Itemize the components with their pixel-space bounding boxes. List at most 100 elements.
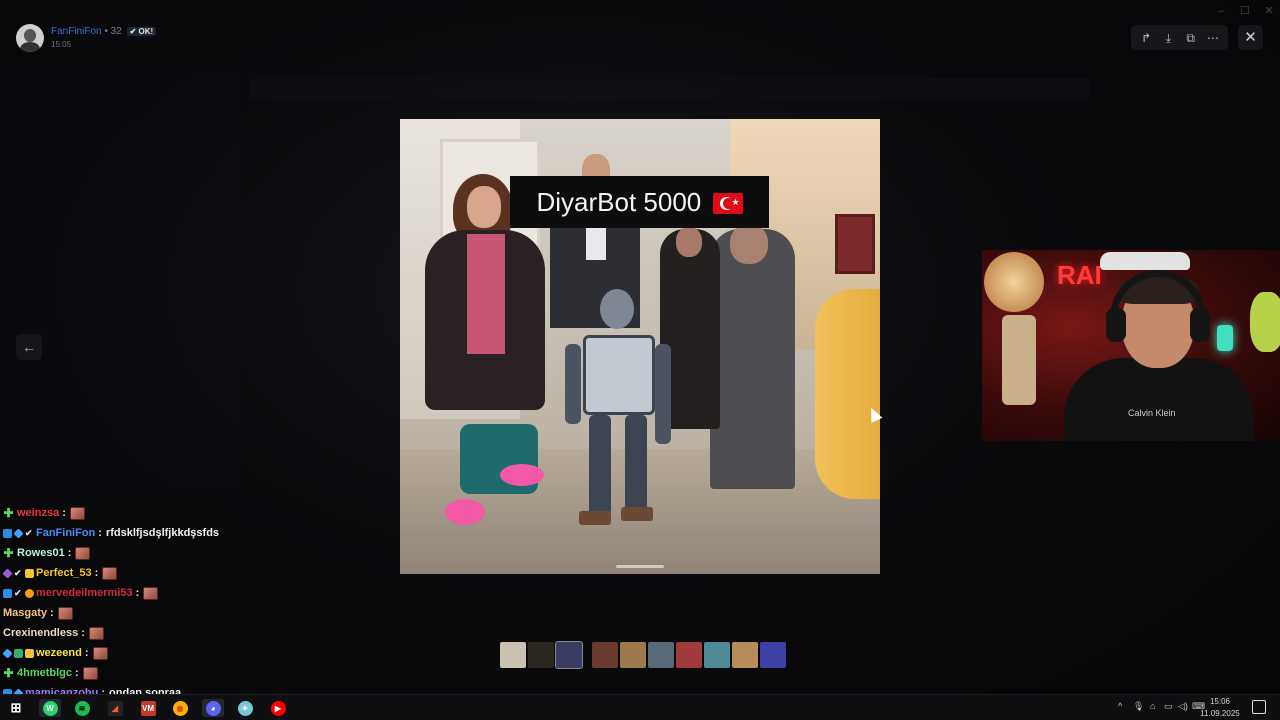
network-icon[interactable]: ⌂	[1150, 701, 1155, 711]
taskbar-clock[interactable]: 15:06 11.09.2025	[1200, 696, 1240, 720]
crown-badge-icon	[25, 568, 34, 578]
check-badge-icon: ✔	[14, 587, 22, 598]
mod-badge-icon	[14, 648, 23, 658]
poster-avatar[interactable]	[16, 24, 44, 52]
media-video[interactable]: DiyarBot 5000 ★	[400, 119, 880, 574]
chat-overlay: ✚ weinzsa: ✔ FanFiniFon: rfdsklfjsdşlfjkkdşs…	[2, 503, 363, 703]
verified-badge-icon	[3, 588, 12, 598]
chat-colon: :	[98, 527, 102, 539]
app-icon[interactable]: ✦	[234, 699, 256, 717]
video-caption: DiyarBot 5000 ★	[510, 176, 769, 228]
notification-icon[interactable]	[1252, 700, 1266, 714]
open-external-icon[interactable]: ⧉	[1182, 29, 1200, 47]
previous-media-button[interactable]: ←	[16, 334, 42, 360]
media-thumbnail[interactable]	[732, 642, 758, 668]
poster-info: FanFiniFon • 32 ✔ OK!	[51, 26, 157, 37]
background-app-sidebar	[0, 70, 240, 490]
alert-badge-icon	[25, 588, 34, 598]
neon-sign: RAI	[1057, 260, 1102, 290]
media-thumbnail[interactable]	[592, 642, 618, 668]
chrome-icon[interactable]: ◉	[169, 699, 191, 717]
media-thumbnail[interactable]	[704, 642, 730, 668]
chat-text: rfdsklfjsdşlfjkkdşsfds	[105, 527, 220, 539]
more-icon[interactable]: ⋯	[1204, 29, 1222, 47]
chat-colon: :	[67, 547, 72, 559]
chat-emote-icon	[143, 586, 159, 600]
chat-username[interactable]: Crexinendless	[3, 627, 78, 639]
chat-message: Crexinendless:	[3, 623, 363, 643]
chat-emote-icon	[88, 626, 104, 640]
media-thumbnail[interactable]	[676, 642, 702, 668]
chat-colon: :	[81, 627, 85, 639]
chat-message: ✔ FanFiniFon: rfdsklfjsdşlfjkkdşsfds	[3, 523, 363, 543]
streamer-webcam: RAI Calvin Klein	[982, 250, 1280, 441]
window-close-button[interactable]: ✕	[1262, 4, 1276, 18]
microphone-icon[interactable]: 🎙	[1133, 701, 1144, 712]
verified-badge-icon	[3, 528, 12, 538]
display-icon[interactable]: ▭	[1164, 701, 1173, 712]
chat-colon: :	[50, 607, 54, 619]
window-maximize-button[interactable]: ☐	[1238, 4, 1252, 18]
chat-emote-icon	[82, 666, 98, 680]
voicemeeter-icon[interactable]: VM	[137, 699, 159, 717]
check-badge-icon: ✔	[14, 567, 22, 578]
capcut-icon[interactable]: ◢	[104, 699, 126, 717]
subscriber-badge-icon	[2, 647, 13, 659]
media-thumbnail[interactable]	[648, 642, 674, 668]
chat-message: ✔ Perfect_53:	[2, 563, 363, 583]
plus-badge-icon: ✚	[3, 545, 14, 560]
poster-badge: ✔ OK!	[126, 27, 157, 36]
media-thumbnail[interactable]	[760, 642, 786, 668]
robot-figure	[565, 289, 675, 529]
spotify-icon[interactable]: ≋	[71, 699, 93, 717]
poster-points: 32	[110, 26, 122, 37]
chat-message: Masgaty:	[3, 603, 363, 623]
chat-username[interactable]: Masgaty	[3, 607, 47, 619]
window-minimize-button[interactable]: –	[1214, 4, 1228, 18]
discord-icon[interactable]: ◕	[202, 699, 224, 717]
media-thumbnail-strip	[500, 641, 786, 669]
gift-badge-icon	[2, 567, 13, 579]
close-viewer-button[interactable]: ✕	[1238, 25, 1263, 50]
youtube-icon[interactable]: ▶	[267, 699, 289, 717]
crown-badge-icon	[25, 648, 34, 658]
chat-emote-icon	[69, 506, 85, 520]
chat-username[interactable]: FanFiniFon	[36, 527, 95, 539]
tray-overflow-icon[interactable]: ^	[1118, 701, 1122, 711]
chat-username[interactable]: mervedeilmermi53	[36, 587, 133, 599]
chat-emote-icon	[92, 646, 108, 660]
media-thumbnail[interactable]	[500, 642, 526, 668]
plus-badge-icon: ✚	[3, 665, 14, 680]
viewer-toolbar: ↱ ⤓ ⧉ ⋯	[1131, 25, 1228, 50]
chat-emote-icon	[102, 566, 118, 580]
video-progress-indicator[interactable]	[616, 565, 664, 568]
chat-colon: :	[62, 507, 66, 519]
chat-username[interactable]: weinzsa	[17, 507, 59, 519]
download-icon[interactable]: ⤓	[1159, 29, 1177, 47]
share-icon[interactable]: ↱	[1137, 29, 1155, 47]
volume-icon[interactable]: ◁)	[1178, 701, 1188, 712]
check-badge-icon: ✔	[25, 527, 33, 538]
chat-message: ✔ mervedeilmermi53:	[3, 583, 363, 603]
poster-name[interactable]: FanFiniFon	[51, 26, 102, 37]
chat-username[interactable]: 4hmetblgc	[17, 667, 72, 679]
plus-badge-icon: ✚	[3, 505, 14, 520]
shirt-logo: Calvin Klein	[1128, 408, 1176, 418]
screen: – ☐ ✕ FanFiniFon • 32 ✔ OK! 15:05 ↱ ⤓ ⧉ …	[0, 0, 1280, 720]
chat-colon: :	[75, 667, 79, 679]
background-app-panel	[250, 78, 1090, 100]
chat-username[interactable]: Perfect_53	[36, 567, 92, 579]
turkey-flag-icon: ★	[712, 193, 743, 214]
subscriber-badge-icon	[13, 527, 24, 539]
chat-colon: :	[84, 647, 89, 659]
chat-message: ✚ 4hmetblgc:	[3, 663, 363, 683]
chat-colon: :	[94, 567, 99, 579]
media-thumbnail[interactable]	[528, 642, 554, 668]
chat-username[interactable]: Rowes01	[17, 547, 65, 559]
media-thumbnail[interactable]	[620, 642, 646, 668]
media-thumbnail[interactable]	[555, 641, 583, 669]
chat-username[interactable]: wezeend	[36, 647, 82, 659]
start-button[interactable]: ⊞	[5, 699, 27, 717]
chat-message: ✚ weinzsa:	[3, 503, 363, 523]
whatsapp-icon[interactable]: W	[39, 699, 61, 717]
